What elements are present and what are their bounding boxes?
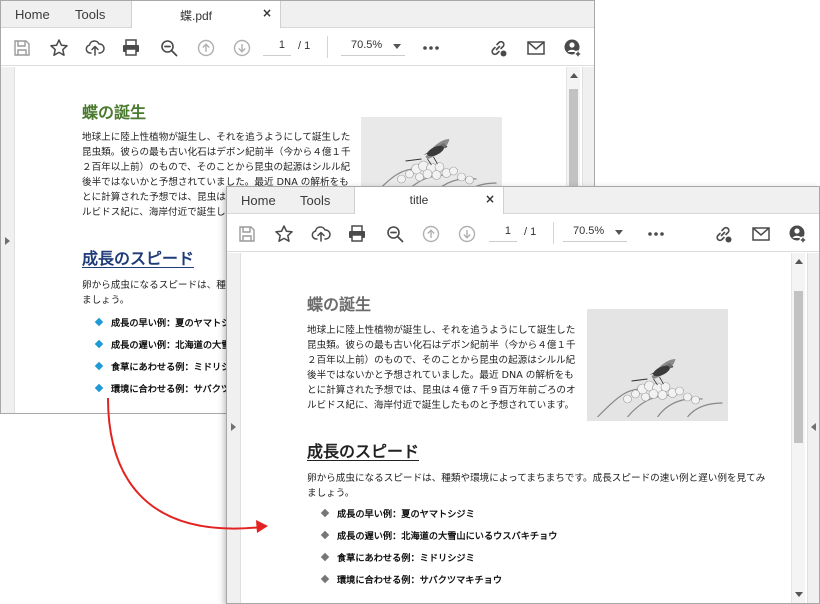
conversion-arrow-icon bbox=[107, 397, 268, 533]
